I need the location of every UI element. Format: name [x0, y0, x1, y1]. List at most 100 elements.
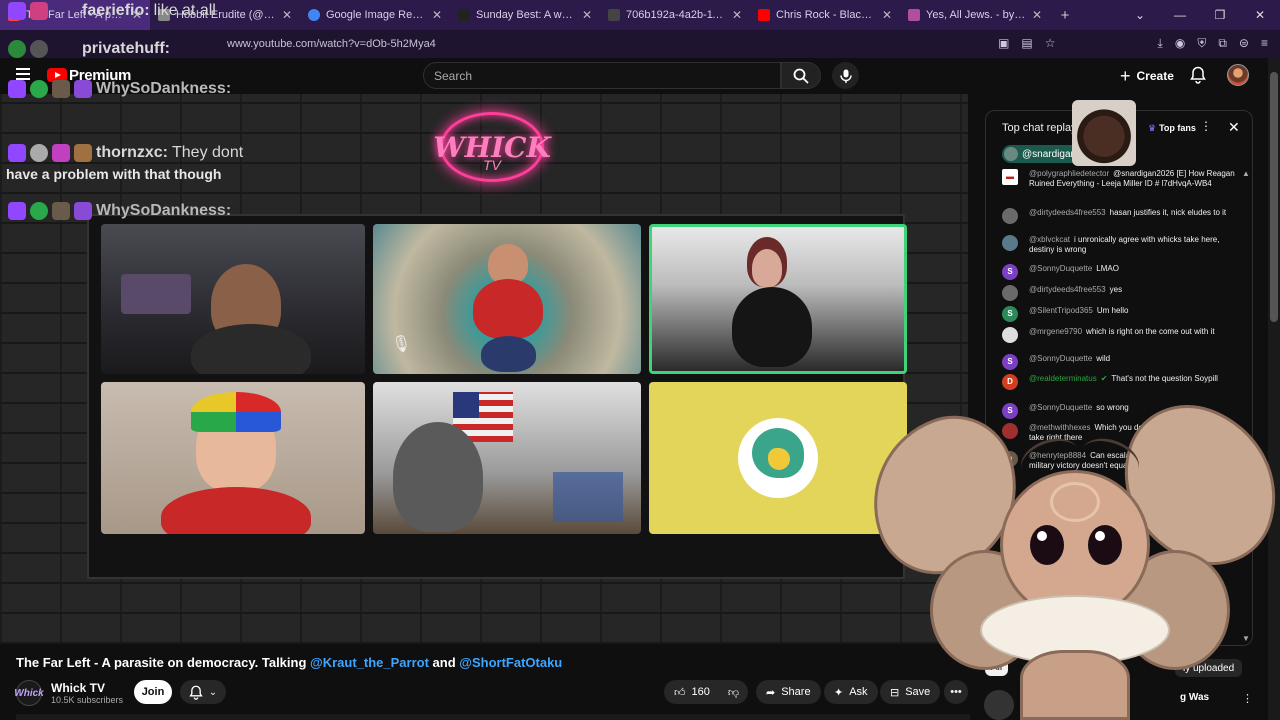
google-favicon-icon — [308, 9, 320, 21]
overlay-chat-line: thornzxc: They dont — [8, 144, 243, 162]
account-avatar[interactable] — [1227, 64, 1249, 86]
tab-close-icon[interactable]: ✕ — [582, 8, 592, 22]
chat-text: yes — [1109, 285, 1123, 294]
tab-title: Yes, All Jews. - by Amanda Gele — [926, 9, 1026, 21]
mention-link[interactable]: @Kraut_the_Parrot — [310, 655, 429, 670]
chat-user[interactable]: @mrgene9790 — [1029, 327, 1082, 336]
badge-icon — [30, 144, 48, 162]
share-button[interactable]: ➦ Share — [756, 680, 821, 704]
reader-icon[interactable]: ▤ — [1021, 36, 1032, 51]
tab-list-icon[interactable]: ⌄ — [1120, 0, 1160, 30]
bell-icon — [1190, 66, 1206, 84]
chat-text: LMAO — [1096, 264, 1119, 273]
scrollbar-thumb[interactable] — [1270, 72, 1278, 322]
join-button[interactable]: Join — [134, 680, 172, 704]
browser-toolbar: ▣ ▤ ☆ ⤓ ◉ ⛨ ⧉ ⊜ ≡ — [998, 36, 1268, 51]
member-badge-icon: ✔ — [1100, 374, 1108, 383]
download-icon[interactable]: ⤓ — [1158, 36, 1163, 51]
tab-close-icon[interactable]: ✕ — [432, 8, 442, 22]
url-field[interactable]: www.youtube.com/watch?v=dOb-5h2Mya4 — [227, 38, 436, 50]
top-fans-label: Top fans — [1159, 123, 1196, 133]
browser-tab-5[interactable]: Chris Rock - Black People VS. N ✕ — [750, 0, 900, 30]
browser-tab-3[interactable]: Sunday Best: A well-dressed cat ✕ — [450, 0, 600, 30]
voice-search-button[interactable] — [832, 62, 859, 89]
mention-link[interactable]: @ShortFatOtaku — [459, 655, 562, 670]
tab-close-icon[interactable]: ✕ — [732, 8, 742, 22]
logo-sub: TV — [483, 157, 501, 173]
notifications-button[interactable] — [1190, 66, 1206, 89]
extensions-icon[interactable]: ⧉ — [1218, 36, 1227, 51]
chat-user[interactable]: @dirtydeeds4free553 — [1029, 208, 1106, 217]
channel-name[interactable]: Whick TV — [51, 681, 105, 695]
overlay-user: WhySoDankness: — [96, 80, 232, 97]
chat-text: hasan justifies it, nick eludes to it — [1109, 208, 1227, 217]
account-icon[interactable]: ◉ — [1175, 36, 1185, 51]
close-chat-icon[interactable]: ✕ — [1228, 119, 1240, 136]
chat-user[interactable]: @xblvckcat — [1029, 235, 1070, 244]
top-fans-badge[interactable]: ♛ Top fans — [1144, 121, 1200, 135]
chat-message: @dirtydeeds4free553 hasan justifies it, n… — [1002, 208, 1242, 224]
tab-close-icon[interactable]: ✕ — [882, 8, 892, 22]
chat-user[interactable]: @SonnyDuquette — [1029, 354, 1092, 363]
chat-mode-dropdown[interactable]: Top chat replay — [1002, 122, 1077, 134]
chat-message: ▬ @polygraphliedetector @snardigan2026 [E… — [1002, 169, 1242, 189]
chevron-down-icon: ⌄ — [208, 686, 218, 698]
tab-close-icon[interactable]: ✕ — [1032, 8, 1042, 22]
screenshot-icon[interactable]: ▣ — [998, 36, 1009, 51]
title-text: The Far Left - A parasite on democracy. … — [16, 655, 307, 670]
chat-user[interactable]: @SilentTripod365 — [1029, 306, 1093, 315]
twitch-badge-icon — [8, 144, 26, 162]
overlay-chat-line: faeriefio: like at all — [8, 2, 216, 20]
badge-icon — [30, 80, 48, 98]
search-icon — [793, 68, 809, 84]
chat-message: S @SilentTripod365 Um hello — [1002, 306, 1242, 322]
minimize-icon[interactable]: — — [1160, 0, 1200, 30]
tab-close-icon[interactable]: ✕ — [282, 8, 292, 22]
thumbs-down-icon[interactable]: 👎︎ — [728, 686, 739, 699]
window-controls: ⌄ — ❐ ✕ — [1120, 0, 1280, 30]
thumbs-up-icon[interactable]: 👍︎ — [674, 686, 686, 699]
chat-more-icon[interactable]: ⋮ — [1200, 119, 1212, 133]
search-input[interactable]: Search — [423, 62, 781, 89]
chat-message: @xblvckcat i unronically agree with whick… — [1002, 235, 1242, 255]
subscription-bell-button[interactable]: ⌄ — [180, 680, 226, 704]
close-window-icon[interactable]: ✕ — [1240, 0, 1280, 30]
pinned-user-chip[interactable]: @snardigan — [1002, 145, 1083, 163]
tab-title: Chris Rock - Black People VS. N — [776, 9, 876, 21]
chat-user[interactable]: @polygraphliedetector — [1029, 169, 1109, 178]
ask-label: Ask — [849, 686, 868, 698]
parrot-avatar-icon — [738, 418, 818, 498]
badge-icon — [52, 202, 70, 220]
badge-icon — [74, 202, 92, 220]
user-avatar: D — [1002, 374, 1018, 390]
badge-icon — [8, 40, 26, 58]
browser-tab-2[interactable]: Google Image Result ✕ — [300, 0, 450, 30]
sparkle-icon: ✦ — [834, 686, 844, 699]
user-avatar: S — [1002, 264, 1018, 280]
chat-message: @mrgene9790 which is right on the come ou… — [1002, 327, 1242, 343]
chat-user[interactable]: @dirtydeeds4free553 — [1029, 285, 1106, 294]
new-tab-icon[interactable]: + — [1050, 7, 1080, 24]
create-button[interactable]: + Create — [1120, 64, 1174, 88]
vpn-icon[interactable]: ⊜ — [1239, 36, 1249, 51]
like-dislike-group: 👍︎ 160 👎︎ — [664, 680, 748, 704]
plus-icon: + — [1120, 65, 1131, 86]
like-count[interactable]: 160 — [692, 686, 710, 698]
maximize-icon[interactable]: ❐ — [1200, 0, 1240, 30]
chat-message: D @realdeterminatus ✔ That's not the quest… — [1002, 374, 1242, 390]
tab-title: Sunday Best: A well-dressed cat — [476, 9, 576, 21]
menu-icon[interactable]: ≡ — [1261, 36, 1268, 51]
browser-tab-6[interactable]: Yes, All Jews. - by Amanda Gele ✕ — [900, 0, 1050, 30]
twitch-badge-icon — [8, 202, 26, 220]
scroll-up-icon[interactable]: ▲ — [1242, 169, 1250, 178]
channel-avatar[interactable]: Whick — [14, 680, 44, 706]
browser-tab-4[interactable]: 706b192a-4a2b-11e7-8e03-0ed6ca ✕ — [600, 0, 750, 30]
bookmark-star-icon[interactable]: ☆ — [1045, 36, 1056, 51]
twitch-badge-icon — [8, 2, 26, 20]
chat-user[interactable]: @SonnyDuquette — [1029, 264, 1092, 273]
chat-user-member[interactable]: @realdeterminatus — [1029, 374, 1097, 383]
bell-icon — [189, 685, 203, 700]
search-button[interactable] — [781, 62, 821, 89]
shield-icon[interactable]: ⛨ — [1197, 36, 1206, 51]
user-avatar: S — [1002, 354, 1018, 370]
